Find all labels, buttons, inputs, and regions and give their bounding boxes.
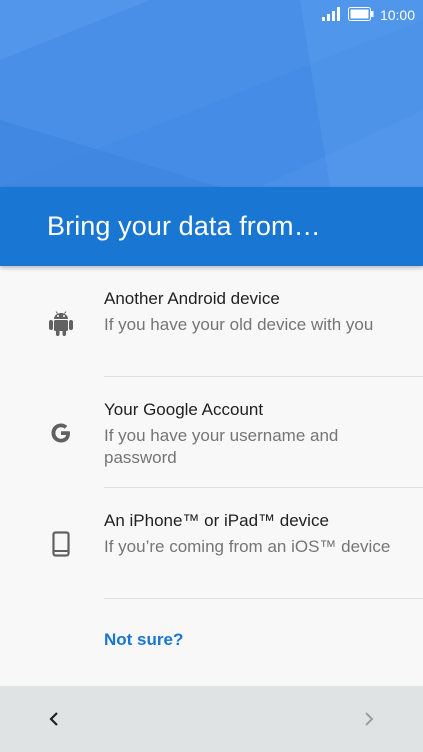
option-subtitle: If you have your username and password: [104, 426, 339, 467]
option-subtitle: If you’re coming from an iOS™ device: [104, 537, 391, 556]
option-title: An iPhone™ or iPad™ device: [104, 511, 329, 530]
chevron-right-icon[interactable]: [357, 707, 381, 731]
hero-background: 10:00: [0, 0, 423, 187]
signal-icon: [321, 6, 340, 24]
android-icon: [47, 310, 75, 338]
option-iphone-ipad[interactable]: An iPhone™ or iPad™ device If you’re com…: [0, 488, 423, 599]
options-list: Another Android device If you have your …: [0, 266, 423, 599]
option-title: Your Google Account: [104, 400, 264, 419]
bottom-nav-bar: [0, 686, 423, 752]
page-title: Bring your data from…: [47, 211, 321, 241]
chevron-left-icon[interactable]: [42, 707, 66, 731]
option-subtitle: If you have your old device with you: [104, 315, 374, 334]
phone-icon: [47, 530, 75, 558]
option-android-device[interactable]: Another Android device If you have your …: [0, 266, 423, 377]
option-title: Another Android device: [104, 289, 280, 308]
status-time: 10:00: [379, 7, 415, 23]
divider: [104, 598, 423, 599]
header-band: Bring your data from…: [0, 187, 423, 266]
not-sure-link[interactable]: Not sure?: [104, 630, 183, 650]
google-icon: [47, 419, 75, 447]
option-google-account[interactable]: Your Google Account If you have your use…: [0, 377, 423, 488]
status-bar: 10:00: [0, 0, 423, 30]
battery-icon: [347, 6, 374, 24]
